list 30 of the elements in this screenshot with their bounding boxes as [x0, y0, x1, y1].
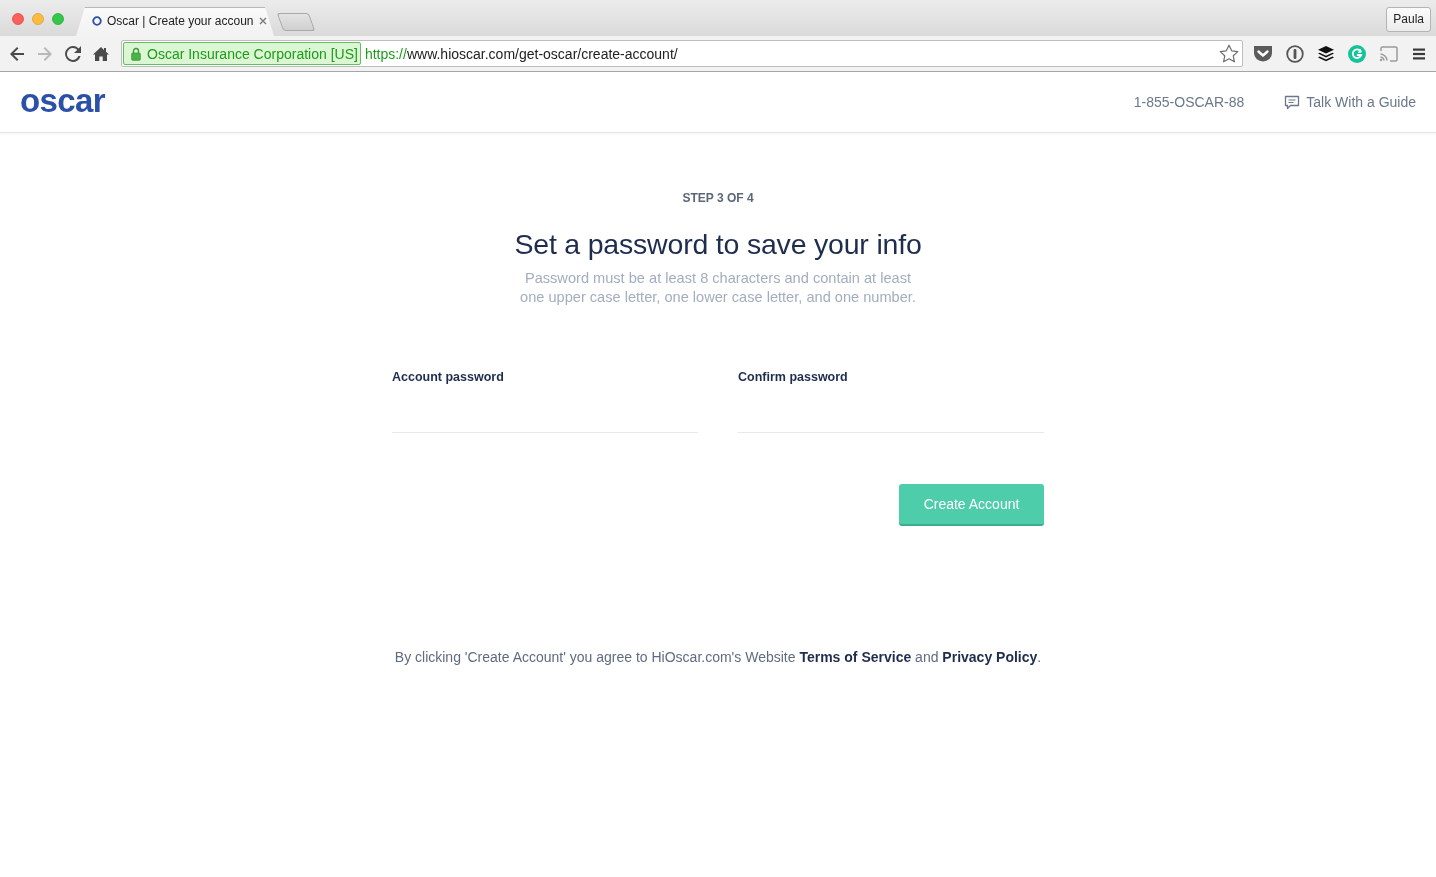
cast-icon[interactable] — [1379, 45, 1399, 62]
lock-icon — [131, 46, 141, 61]
ring-icon — [92, 15, 102, 26]
keyhole-circle-icon[interactable] — [1286, 44, 1304, 63]
menu-icon[interactable] — [1412, 46, 1426, 61]
home-icon[interactable] — [93, 45, 109, 62]
close-icon[interactable] — [258, 16, 267, 25]
chat-bubble-icon — [1284, 94, 1301, 110]
policy-link[interactable]: Terms of Service — [799, 649, 912, 665]
talk-with-guide-link[interactable]: Talk With a Guide — [1284, 94, 1416, 110]
profile-button[interactable]: Paula — [1386, 6, 1431, 32]
field-label: Account password — [392, 369, 504, 385]
reload-icon[interactable] — [65, 45, 81, 62]
password-rules-text: Password must be at least 8 characters and contain at least one upper case letter, one lower case letter, and one number. — [519, 269, 917, 307]
phone-link[interactable]: 1-855-OSCAR-88 — [1133, 94, 1245, 110]
chevron-badge-icon[interactable] — [1253, 45, 1273, 62]
star-icon[interactable] — [1219, 44, 1239, 63]
browser-tab[interactable]: Oscar | Create your accoun — [76, 7, 274, 36]
close-window-icon[interactable] — [12, 13, 24, 25]
terms-notice: By clicking 'Create Account' you agree to HiOscar.com's Website Terms of Service and Privacy Policy. — [394, 649, 1042, 665]
step-indicator: STEP 3 OF 4 — [682, 190, 754, 206]
logo[interactable]: oscar — [20, 83, 106, 117]
url-text: https://www.hioscar.com/get-oscar/create-account/ — [364, 45, 679, 62]
back-arrow-icon[interactable] — [9, 45, 25, 62]
field-label: Confirm password — [738, 369, 848, 385]
policy-link[interactable]: Privacy Policy — [942, 649, 1038, 665]
layers-icon[interactable] — [1317, 44, 1335, 63]
maximize-window-icon[interactable] — [52, 13, 64, 25]
address-bar[interactable]: Oscar Insurance Corporation [US] https://www.hioscar.com/get-oscar/create-account/ — [121, 40, 1243, 67]
page-heading: Set a password to save your info — [514, 227, 922, 262]
